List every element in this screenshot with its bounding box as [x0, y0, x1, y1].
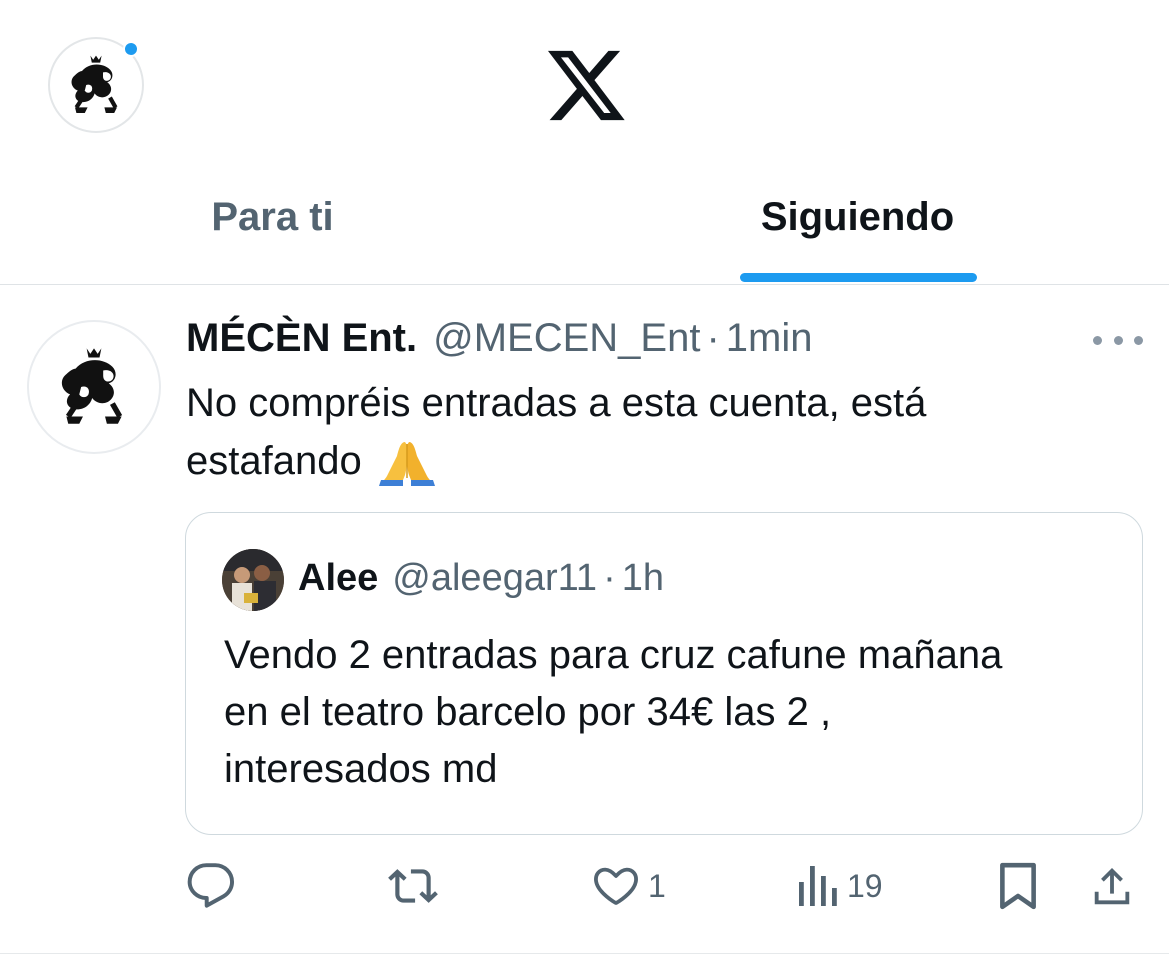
tweet-text-line-2: estafando — [186, 432, 1116, 490]
quoted-text-line: interesados md — [224, 747, 498, 791]
more-dot — [1113, 335, 1123, 345]
more-dot — [1134, 335, 1143, 345]
share-upload-icon — [1094, 867, 1130, 905]
quoted-tweet[interactable]: Alee @aleegar11 · 1h Vendo 2 entradas pa… — [185, 512, 1143, 835]
like-count: 1 — [648, 867, 666, 904]
tab-siguiendo[interactable]: Siguiendo — [700, 195, 1015, 285]
tweet-text-line: No compréis entradas a esta cuenta, está — [186, 381, 927, 425]
tweet[interactable]: MÉCÈN Ent. @MECEN_Ent · 1min No compréis… — [0, 286, 1169, 960]
quoted-tweet-text: Vendo 2 entradas para cruz cafune mañana… — [224, 627, 1124, 798]
tab-label: Siguiendo — [760, 195, 955, 239]
folded-hands-emoji-icon — [378, 442, 435, 487]
feed-tabs: Para ti Siguiendo — [0, 175, 1169, 285]
quoted-author-avatar[interactable] — [222, 549, 284, 611]
repost-button[interactable] — [387, 856, 447, 916]
repost-icon — [388, 869, 438, 903]
top-header — [0, 0, 1169, 175]
quoted-author-name[interactable]: Alee — [298, 557, 378, 600]
more-dot — [1093, 335, 1102, 345]
views-button[interactable]: 19 — [795, 856, 883, 916]
divider — [0, 953, 1169, 954]
heart-icon — [594, 867, 638, 905]
like-button[interactable]: 1 — [592, 856, 666, 916]
share-button[interactable] — [1089, 856, 1135, 916]
app-screen: Para ti Siguiendo MÉCÈN Ent. @MECEN_Ent … — [0, 0, 1169, 960]
active-tab-indicator — [740, 273, 977, 282]
separator-dot: · — [706, 316, 720, 360]
author-handle[interactable]: @MECEN_Ent — [433, 316, 700, 361]
tweet-time[interactable]: 1min — [726, 316, 813, 361]
lion-crest-icon — [61, 348, 123, 424]
lion-crest-icon — [71, 55, 118, 113]
notification-dot — [123, 41, 139, 57]
quoted-tweet-time: 1h — [621, 557, 665, 599]
quoted-text-line: en el teatro barcelo por 34€ las 2 , — [224, 690, 832, 734]
quoted-tweet-header: Alee @aleegar11 · 1h — [298, 557, 664, 605]
analytics-bars-icon — [799, 866, 837, 906]
quoted-text-line: Vendo 2 entradas para cruz cafune mañana — [224, 633, 1003, 677]
views-count: 19 — [847, 867, 883, 904]
reply-icon — [187, 863, 235, 908]
separator-dot: · — [603, 557, 616, 599]
x-logo-icon[interactable] — [547, 49, 625, 121]
quoted-author-handle[interactable]: @aleegar11 — [392, 557, 597, 600]
tweet-actions: 1 19 — [0, 856, 1169, 926]
tweet-text: No compréis entradas a esta cuenta, está… — [186, 374, 1116, 490]
bookmark-button[interactable] — [996, 856, 1040, 916]
tab-label: Para ti — [211, 195, 334, 239]
photo-avatar-icon — [222, 549, 284, 611]
author-name[interactable]: MÉCÈN Ent. — [186, 316, 417, 361]
reply-button[interactable] — [186, 856, 244, 916]
more-options-button[interactable] — [1093, 328, 1143, 352]
tweet-header: MÉCÈN Ent. @MECEN_Ent · 1min — [186, 316, 813, 366]
tab-para-ti[interactable]: Para ti — [120, 195, 425, 285]
author-avatar[interactable] — [27, 320, 161, 454]
tweet-text-line: estafando — [186, 439, 362, 483]
bookmark-icon — [1000, 862, 1036, 910]
